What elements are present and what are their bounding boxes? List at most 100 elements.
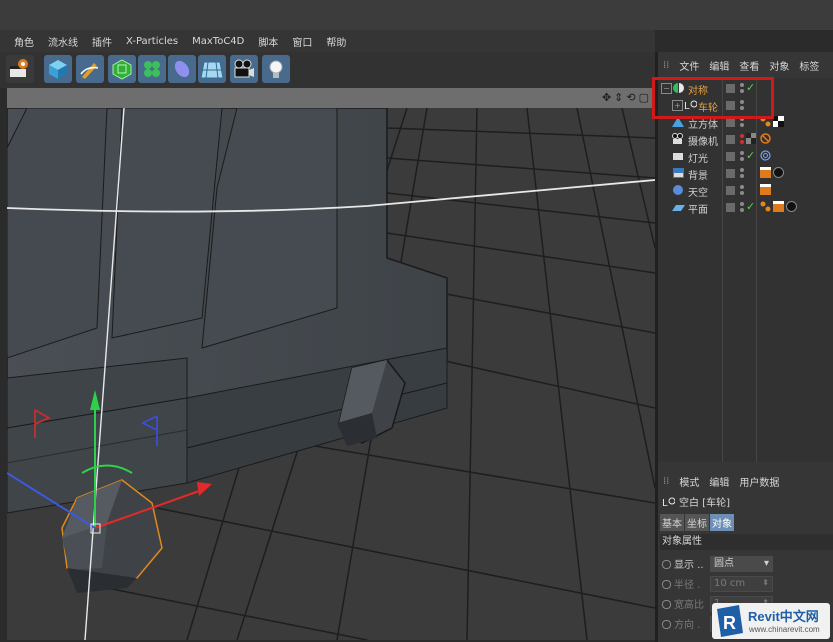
background-object-icon (673, 168, 684, 178)
object-row-camera[interactable]: 摄像机 (658, 131, 833, 148)
stepper-icon[interactable]: ⬍ (762, 576, 769, 590)
clapper-tag-icon[interactable] (760, 184, 771, 195)
grip-icon: ⁞⁞ (663, 475, 670, 487)
plane-object-icon (672, 205, 685, 211)
light-icon[interactable] (262, 55, 290, 83)
clapper-tag-icon[interactable] (760, 167, 771, 178)
render-dots[interactable] (740, 202, 744, 213)
menu-item-plugins[interactable]: 插件 (85, 34, 119, 49)
visibility-toggle[interactable] (726, 169, 735, 178)
cube-icon[interactable] (44, 55, 72, 83)
light-object-icon (673, 153, 683, 160)
clapper-tag-icon[interactable] (773, 201, 784, 212)
material-ball-icon[interactable] (773, 167, 784, 178)
display-dropdown[interactable]: 圆点 ▾ (710, 556, 773, 572)
target-tag-icon[interactable] (760, 150, 771, 161)
render-dots[interactable] (740, 168, 744, 179)
visibility-toggle[interactable] (726, 118, 735, 127)
prop-orientation[interactable]: 方向 . (662, 616, 773, 632)
prop-radius[interactable]: 半径 . 10 cm ⬍ (662, 576, 773, 592)
enabled-check-icon[interactable]: ✓ (746, 200, 755, 213)
visibility-toggle[interactable] (726, 186, 735, 195)
render-dots[interactable] (740, 134, 744, 145)
prop-label: 显示 .. (674, 560, 704, 571)
watermark-brand: Revit中文网 (748, 609, 819, 624)
tab-coordinates[interactable]: 坐标 (685, 514, 709, 531)
cloner-icon[interactable] (138, 55, 166, 83)
object-label: 平面 (688, 205, 708, 216)
menu-item-maxtoc4d[interactable]: MaxToC4D (185, 36, 251, 47)
checker-material-icon[interactable] (773, 116, 784, 127)
rotate-view-icon[interactable]: ⟲ (626, 91, 635, 104)
camera-object-icon (672, 133, 683, 144)
visibility-toggle[interactable] (726, 152, 735, 161)
am-menu-mode[interactable]: 模式 (674, 474, 704, 489)
render-view-icon[interactable] (6, 55, 34, 83)
object-label: 背景 (688, 171, 708, 182)
enabled-check-icon[interactable]: ✓ (746, 149, 755, 162)
section-header: 对象属性 (660, 534, 833, 550)
subdivision-icon[interactable] (108, 55, 136, 83)
main-menu-bar: 角色 流水线 插件 X-Particles MaxToC4D 脚本 窗口 帮助 (0, 30, 655, 52)
column-divider (756, 78, 757, 462)
object-list: − 对称 ✓ + L 车轮 立方体 摄像机 灯光 ✓ 背景 天空 平面 ✓ (658, 78, 833, 462)
keyframe-dot-icon[interactable] (662, 600, 671, 609)
pen-icon[interactable] (76, 55, 104, 83)
svg-text:L: L (662, 498, 668, 508)
prop-label: 半径 . (674, 580, 701, 591)
viewport-header: ✥ ⇕ ⟲ ▢ (7, 88, 655, 108)
protection-tag-icon[interactable] (760, 133, 771, 144)
deformer-icon[interactable] (168, 55, 196, 83)
object-row-light[interactable]: 灯光 ✓ (658, 148, 833, 165)
visibility-toggle[interactable] (726, 135, 735, 144)
watermark-url: www.chinarevit.com (749, 625, 820, 634)
menu-item-character[interactable]: 角色 (0, 34, 41, 49)
right-panel: ⁞⁞ 文件 编辑 查看 对象 标签 − 对称 ✓ + L 车轮 立方体 摄像机 … (658, 52, 833, 642)
om-menu-objects[interactable]: 对象 (764, 58, 794, 73)
visibility-toggle[interactable] (726, 203, 735, 212)
tab-object[interactable]: 对象 (710, 514, 734, 531)
menu-item-pipeline[interactable]: 流水线 (41, 34, 85, 49)
menu-item-x-particles[interactable]: X-Particles (119, 36, 185, 47)
attribute-manager-menu: ⁞⁞ 模式 编辑 用户数据 (658, 472, 833, 490)
object-label: 摄像机 (688, 137, 718, 148)
om-menu-file[interactable]: 文件 (674, 58, 704, 73)
om-menu-view[interactable]: 查看 (734, 58, 764, 73)
column-divider (722, 78, 723, 462)
object-label: 天空 (688, 188, 708, 199)
window-top-bar (0, 0, 833, 30)
object-row-background[interactable]: 背景 (658, 165, 833, 182)
3d-viewport[interactable] (7, 108, 655, 640)
zoom-view-icon[interactable]: ⇕ (614, 91, 623, 104)
viewport-scene (7, 108, 655, 640)
object-row-sky[interactable]: 天空 (658, 182, 833, 199)
tab-basic[interactable]: 基本 (660, 514, 684, 531)
prop-aspect[interactable]: 宽高比 1⬍ (662, 596, 773, 612)
material-ball-icon[interactable] (786, 201, 797, 212)
object-row-plane[interactable]: 平面 ✓ (658, 199, 833, 216)
radius-field[interactable]: 10 cm ⬍ (710, 576, 773, 592)
menu-item-script[interactable]: 脚本 (251, 34, 285, 49)
om-menu-edit[interactable]: 编辑 (704, 58, 734, 73)
menu-item-window[interactable]: 窗口 (285, 34, 319, 49)
render-dots[interactable] (740, 151, 744, 162)
keyframe-dot-icon[interactable] (662, 620, 671, 629)
keyframe-dot-icon[interactable] (662, 580, 671, 589)
om-menu-tags[interactable]: 标签 (794, 58, 824, 73)
object-manager-menu: ⁞⁞ 文件 编辑 查看 对象 标签 (658, 54, 833, 76)
main-toolbar (0, 52, 655, 88)
object-label: 灯光 (688, 154, 708, 165)
floor-icon[interactable] (198, 55, 226, 83)
am-menu-edit[interactable]: 编辑 (704, 474, 734, 489)
camera-icon[interactable] (230, 55, 258, 83)
move-view-icon[interactable]: ✥ (602, 91, 611, 104)
prop-display[interactable]: 显示 .. 圆点 ▾ (662, 556, 773, 572)
menu-item-help[interactable]: 帮助 (319, 34, 353, 49)
phong-tag-icon[interactable] (760, 201, 771, 212)
maximize-view-icon[interactable]: ▢ (639, 91, 649, 104)
attribute-tabs: 基本 坐标 对象 (660, 514, 734, 531)
selection-highlight-box (652, 77, 774, 119)
am-menu-user-data[interactable]: 用户数据 (734, 474, 784, 489)
keyframe-dot-icon[interactable] (662, 560, 671, 569)
render-dots[interactable] (740, 185, 744, 196)
